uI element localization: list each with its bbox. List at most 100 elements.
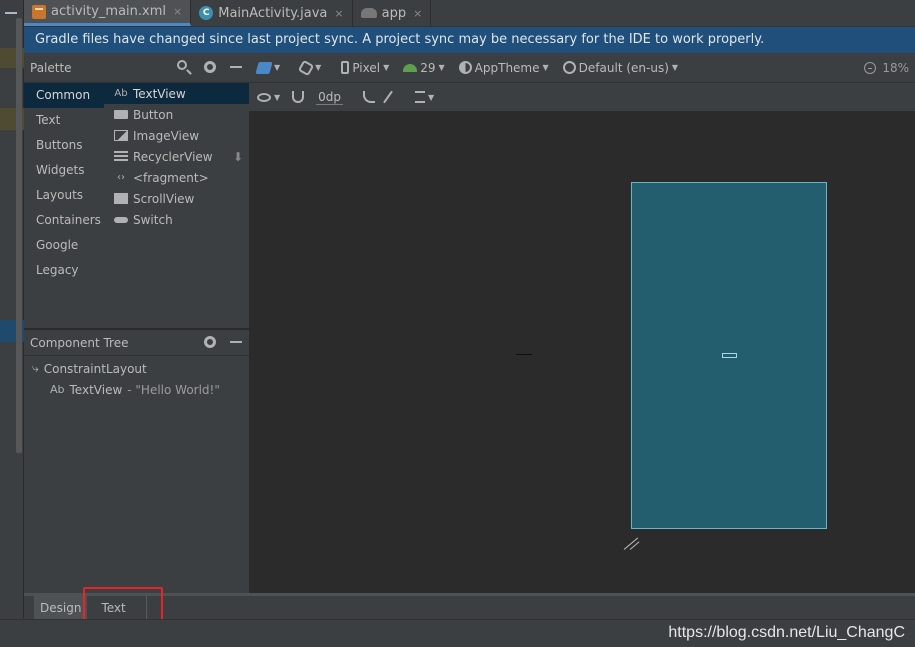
design-surface-button[interactable]: ▼ bbox=[255, 61, 281, 74]
textview-icon: Ab bbox=[50, 383, 65, 396]
switch-icon bbox=[114, 216, 128, 223]
palette-categories: Common Text Buttons Widgets Layouts Cont… bbox=[24, 83, 104, 283]
category-text[interactable]: Text bbox=[24, 108, 104, 133]
guidelines-button[interactable]: ▼ bbox=[415, 91, 434, 103]
editor-tabs: activity_main.xml × C MainActivity.java … bbox=[24, 0, 915, 27]
phone-icon bbox=[341, 61, 350, 74]
minimize-icon[interactable] bbox=[229, 60, 243, 74]
tree-node-label: ConstraintLayout bbox=[43, 361, 147, 376]
tab-app[interactable]: app × bbox=[353, 0, 432, 26]
widget-imageview[interactable]: ImageView bbox=[104, 125, 249, 146]
chevron-down-icon: ▼ bbox=[428, 92, 435, 102]
tab-main-activity-java[interactable]: C MainActivity.java × bbox=[191, 0, 353, 26]
widget-label: Switch bbox=[133, 212, 173, 227]
widget-label: TextView bbox=[133, 86, 186, 101]
widget-button[interactable]: Button bbox=[104, 104, 249, 125]
widget-label: Button bbox=[133, 107, 174, 122]
infer-constraints-button[interactable] bbox=[383, 90, 393, 104]
android-module-icon bbox=[360, 8, 377, 18]
tab-activity-main-xml[interactable]: activity_main.xml × bbox=[24, 0, 192, 26]
widget-fragment[interactable]: ‹› <fragment> bbox=[104, 167, 249, 188]
android-icon bbox=[403, 63, 418, 72]
view-options-button[interactable]: ▼ bbox=[257, 92, 280, 102]
category-layouts[interactable]: Layouts bbox=[24, 183, 104, 208]
zoom-out-icon[interactable] bbox=[864, 62, 877, 74]
category-google[interactable]: Google bbox=[24, 233, 104, 258]
category-widgets[interactable]: Widgets bbox=[24, 158, 104, 183]
anchor-line bbox=[516, 354, 532, 355]
magic-wand-icon bbox=[383, 90, 393, 104]
widget-scrollview[interactable]: ScrollView bbox=[104, 188, 249, 209]
status-bar: https://blog.csdn.net/Liu_ChangC bbox=[0, 619, 915, 647]
left-tool-strip bbox=[0, 0, 24, 647]
scrollview-icon bbox=[114, 193, 128, 204]
fragment-icon: ‹› bbox=[117, 172, 125, 183]
locale-selector[interactable]: Default (en-us) ▼ bbox=[562, 60, 678, 75]
api-level-selector[interactable]: 29 ▼ bbox=[403, 60, 445, 75]
orientation-button[interactable]: ▼ bbox=[297, 59, 321, 76]
autoconnect-toggle[interactable] bbox=[292, 91, 305, 103]
widget-textview[interactable]: Ab TextView bbox=[104, 83, 249, 104]
theme-selector[interactable]: AppTheme ▼ bbox=[458, 60, 549, 75]
category-legacy[interactable]: Legacy bbox=[24, 258, 104, 283]
widget-recyclerview[interactable]: RecyclerView ⬇ bbox=[104, 146, 249, 167]
default-margin-field[interactable]: 0dp bbox=[316, 90, 344, 105]
textview-blueprint[interactable] bbox=[722, 353, 737, 358]
resize-handle[interactable] bbox=[623, 536, 642, 550]
theme-label: AppTheme bbox=[474, 60, 540, 75]
tab-label: MainActivity.java bbox=[218, 5, 328, 21]
device-selector[interactable]: Pixel ▼ bbox=[341, 61, 389, 75]
design-canvas[interactable] bbox=[249, 111, 915, 593]
layout-toolbar: ▼ 0dp ▼ bbox=[249, 83, 915, 111]
layers-icon bbox=[255, 61, 273, 74]
download-icon[interactable]: ⬇ bbox=[233, 150, 243, 164]
gear-icon[interactable] bbox=[203, 335, 217, 349]
globe-icon bbox=[562, 61, 576, 74]
imageview-icon bbox=[114, 130, 128, 141]
gradle-sync-notification: Gradle files have changed since last pro… bbox=[24, 27, 915, 53]
magnet-icon bbox=[292, 91, 305, 103]
eye-icon bbox=[257, 92, 271, 102]
category-containers[interactable]: Containers bbox=[24, 208, 104, 233]
close-icon[interactable]: × bbox=[413, 7, 422, 20]
blueprint-device-frame[interactable] bbox=[631, 182, 827, 529]
tree-node-constraintlayout[interactable]: ⤷ ConstraintLayout bbox=[24, 358, 249, 379]
recyclerview-icon bbox=[114, 151, 128, 162]
category-common[interactable]: Common bbox=[24, 83, 104, 108]
chevron-down-icon: ▼ bbox=[438, 63, 445, 72]
clear-constraints-icon bbox=[363, 91, 376, 103]
minimize-icon[interactable] bbox=[229, 335, 243, 349]
rotate-icon bbox=[297, 59, 315, 76]
chevron-down-icon: ▼ bbox=[542, 63, 549, 72]
guidelines-icon bbox=[415, 91, 426, 103]
widget-label: RecyclerView bbox=[133, 149, 213, 164]
clear-constraints-button[interactable] bbox=[363, 91, 376, 103]
gear-icon[interactable] bbox=[203, 60, 217, 74]
chevron-down-icon: ▼ bbox=[274, 63, 281, 72]
search-icon[interactable] bbox=[177, 60, 192, 75]
close-icon[interactable]: × bbox=[173, 5, 182, 18]
xml-file-icon bbox=[32, 4, 46, 19]
component-tree-header: Component Tree bbox=[24, 330, 249, 356]
button-icon bbox=[114, 110, 128, 119]
class-icon: C bbox=[199, 6, 214, 20]
api-label: 29 bbox=[420, 60, 436, 75]
tree-node-textview[interactable]: Ab TextView - "Hello World!" bbox=[24, 379, 249, 400]
component-tree-title: Component Tree bbox=[30, 335, 129, 350]
zoom-level: 18% bbox=[882, 61, 909, 75]
palette-header: Palette bbox=[24, 53, 249, 83]
locale-label: Default (en-us) bbox=[578, 60, 669, 75]
palette-panel: Palette Common Text Buttons Widgets Layo… bbox=[24, 53, 249, 328]
widget-label: ImageView bbox=[133, 128, 200, 143]
tree-node-hint: - "Hello World!" bbox=[127, 382, 220, 397]
tab-design[interactable]: Design bbox=[34, 596, 88, 619]
widget-switch[interactable]: Switch bbox=[104, 209, 249, 230]
tab-label: activity_main.xml bbox=[51, 4, 167, 19]
collapse-icon[interactable] bbox=[5, 12, 17, 14]
constraint-layout-icon: ⤷ bbox=[32, 361, 39, 375]
category-buttons[interactable]: Buttons bbox=[24, 133, 104, 158]
left-scrollbar[interactable] bbox=[16, 18, 22, 453]
zoom-control[interactable]: 18% bbox=[864, 61, 909, 75]
tab-label: app bbox=[381, 5, 407, 21]
close-icon[interactable]: × bbox=[334, 7, 343, 20]
